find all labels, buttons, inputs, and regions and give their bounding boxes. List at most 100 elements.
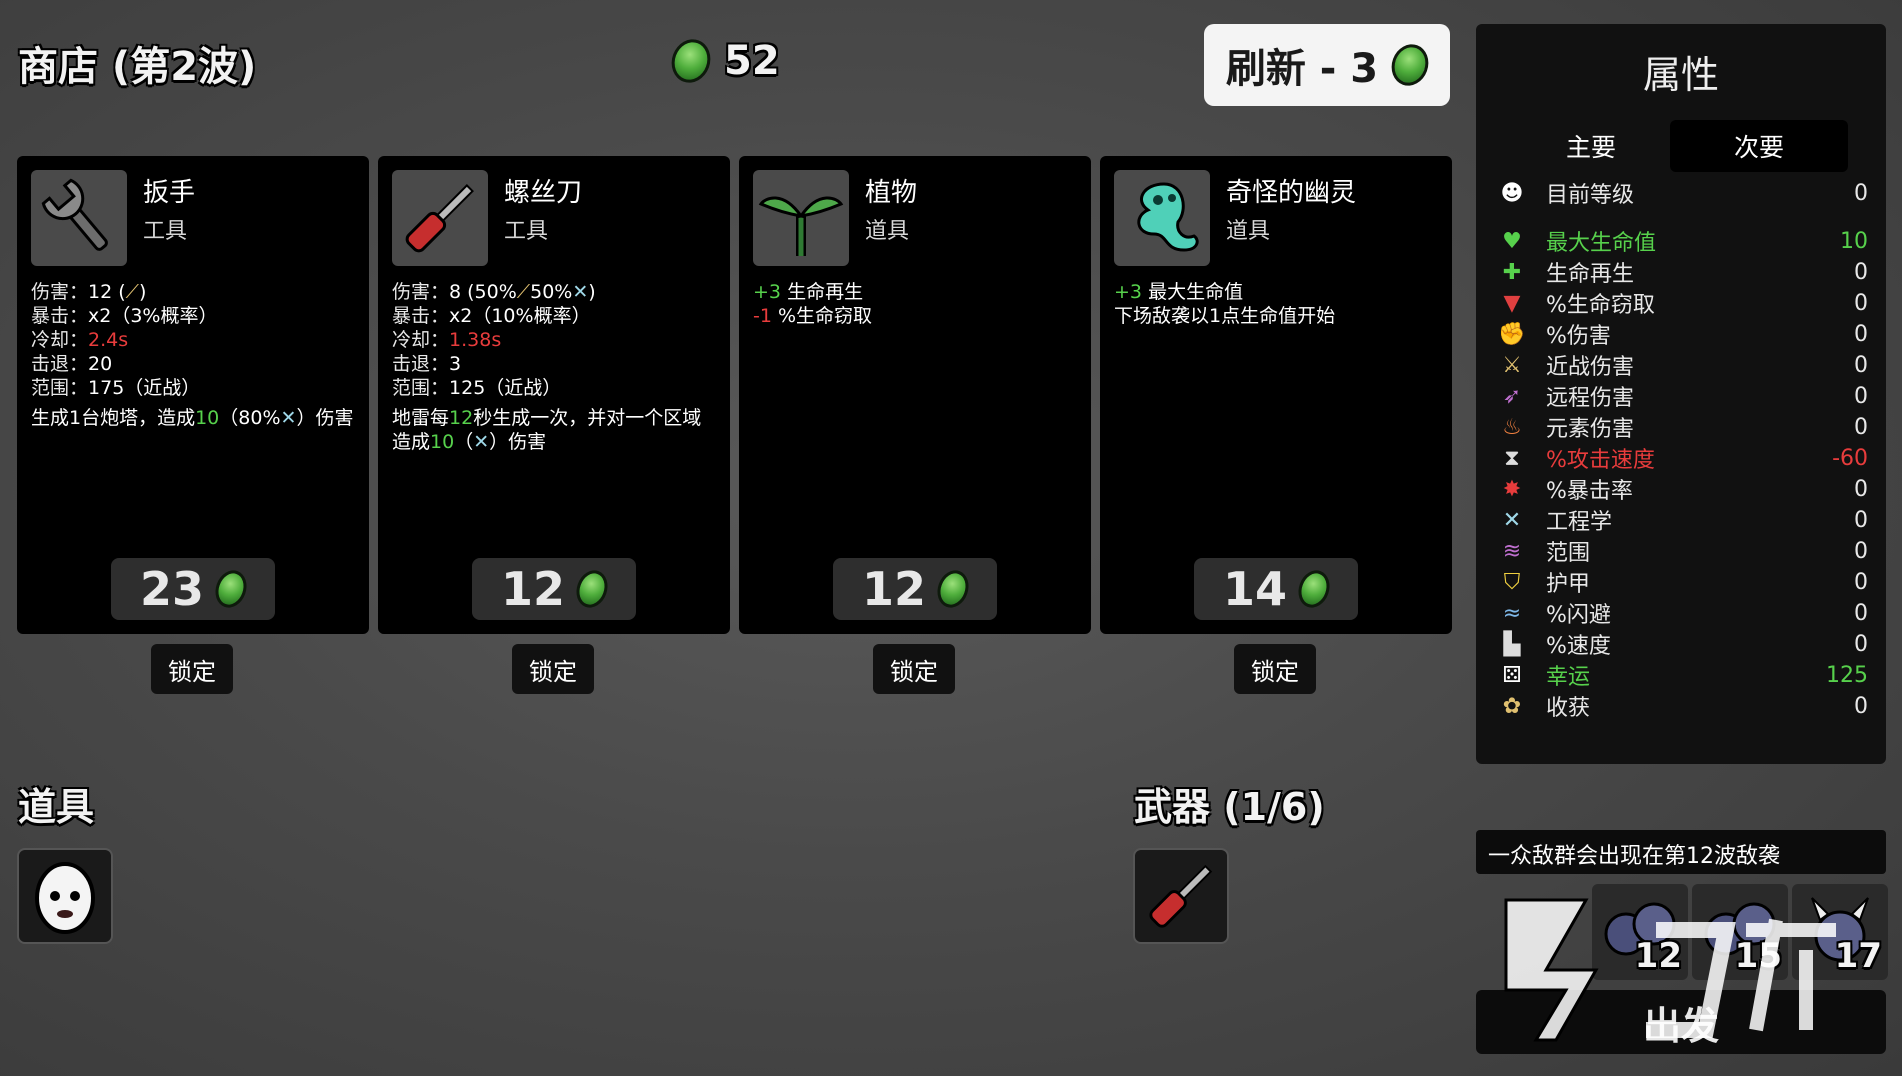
stat-value: 0: [1854, 352, 1868, 378]
stat-value: 20: [88, 353, 113, 375]
lock-button[interactable]: 锁定: [512, 644, 594, 694]
stat-label: 击退：: [392, 353, 450, 375]
refresh-button[interactable]: 刷新 - 3: [1204, 24, 1450, 106]
card-name: 扳手: [143, 178, 196, 208]
stat-label: 冷却：: [392, 329, 450, 351]
material-coin-icon: [1293, 566, 1335, 612]
stat-value: 0: [1854, 290, 1868, 316]
price-tag[interactable]: 14: [1194, 558, 1358, 620]
stat-row[interactable]: ⚄ 幸运 125: [1498, 660, 1868, 691]
stat-row[interactable]: ✊ %伤害 0: [1498, 319, 1868, 350]
enemy-count: 15: [1734, 936, 1782, 976]
fist-icon: ✊: [1498, 321, 1526, 347]
effect-number: -1: [753, 305, 772, 327]
enemy-slot: 15: [1692, 884, 1788, 980]
shop-card-weird-ghost[interactable]: 奇怪的幽灵 道具 +3 最大生命值 下场敌袭以1点生命值开始 14: [1100, 156, 1452, 634]
stat-row[interactable]: ✕ 工程学 0: [1498, 505, 1868, 536]
stat-row[interactable]: ▼ %生命窃取 0: [1498, 288, 1868, 319]
effect-number: 10: [430, 431, 455, 453]
tab-secondary[interactable]: 次要: [1670, 120, 1848, 172]
lock-button[interactable]: 锁定: [1234, 644, 1316, 694]
currency-display: 52: [665, 33, 780, 89]
ghost-icon: [1114, 170, 1210, 266]
effect-text: ）伤害: [489, 431, 547, 453]
stat-suffix: ): [138, 281, 147, 303]
wrench-icon: [31, 170, 127, 266]
material-coin-icon: [210, 566, 252, 612]
heart-icon: ♥: [1502, 228, 1522, 254]
stat-label: 暴击：: [392, 305, 450, 327]
price-tag[interactable]: 23: [111, 558, 275, 620]
wrench-cross-icon: ✕: [1502, 507, 1522, 533]
price-tag[interactable]: 12: [472, 558, 636, 620]
stat-label: 生命再生: [1546, 262, 1635, 287]
weapon-slot[interactable]: [1133, 848, 1229, 944]
depart-button[interactable]: 出发: [1476, 990, 1886, 1054]
effect-text: 生成1台炮塔，造成: [31, 407, 196, 429]
stat-row[interactable]: ♥ 最大生命值 10: [1498, 226, 1868, 257]
stat-label: %伤害: [1546, 324, 1611, 349]
effect-text: ）伤害: [296, 407, 354, 429]
sprout-icon: [753, 170, 849, 266]
stat-row[interactable]: ≈ %闪避 0: [1498, 598, 1868, 629]
stat-value: 0: [1854, 476, 1868, 502]
engineering-icon: ✕: [280, 407, 297, 429]
stat-label: 范围：: [31, 377, 89, 399]
tab-primary[interactable]: 主要: [1502, 120, 1680, 172]
price-tag[interactable]: 12: [833, 558, 997, 620]
stat-label: %生命窃取: [1546, 293, 1655, 318]
lock-button[interactable]: 锁定: [151, 644, 233, 694]
dodge-wind-icon: ≈: [1502, 600, 1522, 626]
stat-value: 2.4s: [88, 329, 129, 351]
stat-value: 0: [1854, 538, 1868, 564]
stat-label: 幸运: [1546, 665, 1591, 690]
card-stats: 伤害：8 (50%⟋50%✕) 暴击：x2（10%概率） 冷却：1.38s 击退…: [392, 280, 716, 454]
lock-button[interactable]: 锁定: [873, 644, 955, 694]
level-icon: ☻: [1500, 180, 1524, 206]
currency-value: 52: [724, 38, 780, 84]
items-section-title: 道具: [18, 785, 95, 829]
stat-row[interactable]: ✿ 收获 0: [1498, 691, 1868, 722]
item-slot[interactable]: [17, 848, 113, 944]
dice-icon: ⚄: [1502, 662, 1522, 688]
effect-number: +3: [753, 281, 782, 303]
stat-row[interactable]: ▙ %速度 0: [1498, 629, 1868, 660]
stat-value: 1.38s: [449, 329, 502, 351]
shield-icon: ⛉: [1503, 569, 1521, 595]
sword-icon: ⚔: [1502, 352, 1522, 378]
material-coin-icon: [1386, 39, 1435, 91]
price-value: 12: [861, 562, 926, 616]
card-name: 螺丝刀: [504, 178, 583, 208]
stat-label: 冷却：: [31, 329, 89, 351]
stat-value: 50%: [530, 281, 573, 303]
stat-row[interactable]: ⧗ %攻击速度 -60: [1498, 443, 1868, 474]
stat-row[interactable]: ≋ 范围 0: [1498, 536, 1868, 567]
boot-icon: ▙: [1503, 631, 1521, 657]
shop-card-plant[interactable]: 植物 道具 +3 生命再生 -1 %生命窃取 12: [739, 156, 1091, 634]
stat-label: 最大生命值: [1546, 231, 1657, 256]
stat-row[interactable]: ➶ 远程伤害 0: [1498, 381, 1868, 412]
stat-label: 目前等级: [1546, 183, 1635, 208]
stat-label: 元素伤害: [1546, 417, 1635, 442]
shop-card-screwdriver[interactable]: 螺丝刀 工具 伤害：8 (50%⟋50%✕) 暴击：x2（10%概率） 冷却：1…: [378, 156, 730, 634]
stat-label: %攻击速度: [1546, 448, 1655, 473]
melee-sword-icon: ⟋: [125, 281, 139, 303]
wave-warning-banner: 一众敌群会出现在第12波敌袭: [1476, 830, 1886, 874]
stat-label: 暴击：: [31, 305, 89, 327]
stat-row[interactable]: ⛉ 护甲 0: [1498, 567, 1868, 598]
stat-row[interactable]: ⚔ 近战伤害 0: [1498, 350, 1868, 381]
effect-number: 10: [195, 407, 220, 429]
stat-row[interactable]: ✚ 生命再生 0: [1498, 257, 1868, 288]
stat-label: 工程学: [1546, 510, 1613, 535]
melee-sword-icon: ⟋: [516, 281, 531, 303]
effect-text: %生命窃取: [778, 305, 873, 327]
stat-row[interactable]: ✸ %暴击率 0: [1498, 474, 1868, 505]
effect-number: 12: [449, 407, 474, 429]
shop-card-wrench[interactable]: 扳手 工具 伤害：12 (⟋) 暴击：x2（3%概率） 冷却：2.4s 击退：2…: [17, 156, 369, 634]
card-type: 道具: [1226, 219, 1271, 244]
stats-title: 属性: [1642, 53, 1719, 97]
price-value: 14: [1222, 562, 1287, 616]
stat-row[interactable]: ♨ 元素伤害 0: [1498, 412, 1868, 443]
stat-row[interactable]: ☻ 目前等级 0: [1498, 178, 1868, 209]
enemy-slot: 12: [1592, 884, 1688, 980]
